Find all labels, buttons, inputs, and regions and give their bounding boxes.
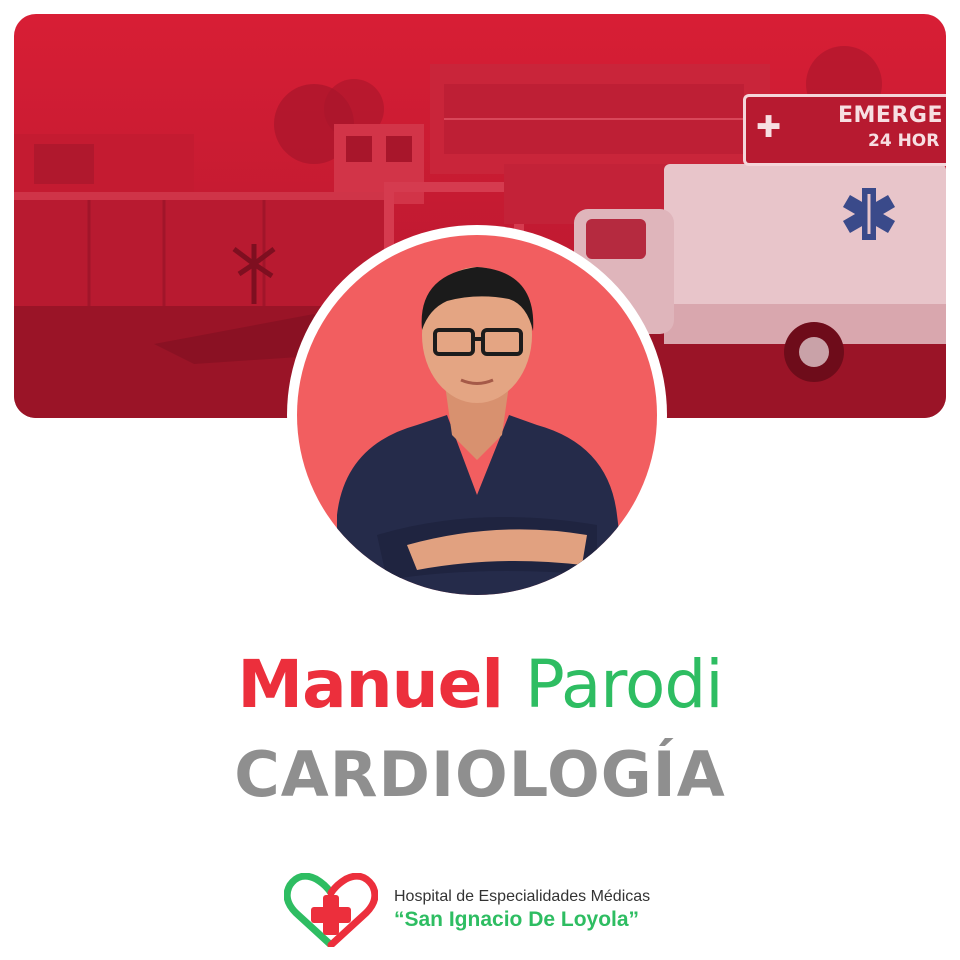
doctor-portrait <box>297 235 657 595</box>
hospital-name-line2: “San Ignacio De Loyola” <box>394 908 640 931</box>
medical-cross-icon: ✚ <box>756 110 782 145</box>
doctor-specialty: CARDIOLOGÍA <box>234 738 726 811</box>
doctor-last-name: Parodi <box>524 646 724 723</box>
doctor-name: Manuel Parodi <box>0 640 960 730</box>
emergency-sign-text: EMERGE <box>838 103 943 128</box>
doctor-illustration <box>337 267 627 595</box>
doctor-portrait-frame <box>287 225 667 605</box>
emergency-sign-hours: 24 HOR <box>868 131 940 151</box>
hospital-name-line1: Hospital de Especialidades Médicas <box>394 888 651 905</box>
emergency-sign: ✚ EMERGE 24 HOR <box>743 94 946 166</box>
doctor-first-name: Manuel <box>237 646 504 723</box>
heart-cross-logo-icon <box>284 873 378 947</box>
